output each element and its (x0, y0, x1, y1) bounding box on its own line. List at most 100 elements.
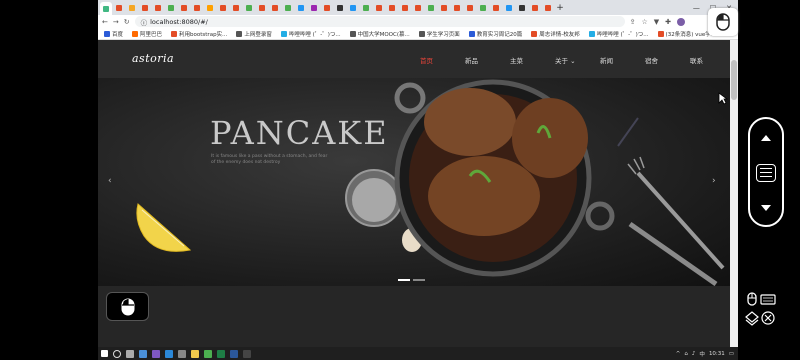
tab[interactable] (269, 2, 281, 13)
tab[interactable] (217, 2, 229, 13)
tab[interactable] (477, 2, 489, 13)
nav-item-home[interactable]: 首页 (420, 55, 465, 65)
puzzle-icon[interactable]: ✚ (665, 18, 671, 26)
tab[interactable] (308, 2, 320, 13)
tab[interactable] (178, 2, 190, 13)
carousel-dot-active[interactable] (398, 279, 410, 281)
windows-start-icon[interactable] (101, 350, 108, 357)
scroll-up-icon[interactable] (761, 135, 771, 141)
tab[interactable] (386, 2, 398, 13)
tab[interactable] (360, 2, 372, 13)
tab[interactable] (295, 2, 307, 13)
bookmark[interactable]: 阿里巴巴 (132, 30, 162, 38)
bookmark[interactable]: 中国大学MOOC(慕... (349, 30, 410, 38)
tab[interactable] (529, 2, 541, 13)
excel-icon[interactable] (217, 349, 225, 358)
site-logo[interactable]: astoria (132, 52, 174, 65)
tab[interactable] (256, 2, 268, 13)
tab[interactable] (542, 2, 554, 13)
nav-item-news[interactable]: 新闻 (600, 55, 645, 65)
tab[interactable] (373, 2, 385, 13)
bookmark[interactable]: 学生学习页面 (418, 30, 460, 38)
tab[interactable] (165, 2, 177, 13)
tab[interactable] (204, 2, 216, 13)
extension-icon[interactable]: ▼ (654, 18, 659, 26)
bookmark[interactable]: 教育实习周记20篇 (468, 30, 522, 38)
carousel-prev-icon[interactable]: ‹ (108, 176, 112, 186)
tab[interactable] (503, 2, 515, 13)
app-icon[interactable] (178, 349, 186, 358)
bookmark-icon (171, 30, 178, 37)
mouse-small-icon[interactable] (747, 292, 757, 306)
nav-item-contact[interactable]: 联系 (690, 55, 730, 65)
floating-mouse-button[interactable] (106, 292, 149, 321)
file-explorer-icon[interactable] (139, 349, 147, 358)
page-lower-section (98, 286, 730, 347)
new-tab-icon[interactable]: + (555, 3, 565, 13)
scroll-grip[interactable] (756, 164, 776, 182)
chrome-icon[interactable] (204, 349, 212, 358)
scroll-down-icon[interactable] (761, 205, 771, 211)
back-icon[interactable]: ← (102, 18, 108, 26)
clock[interactable]: 10:31 (709, 351, 725, 357)
nav-item-main[interactable]: 主菜 (510, 55, 555, 65)
minimize-icon[interactable]: — (693, 4, 700, 12)
bookmark[interactable]: 哔哩哔哩 (゜-゜)つ... (588, 30, 649, 38)
tab[interactable] (464, 2, 476, 13)
profile-avatar[interactable] (677, 17, 686, 26)
vscode-icon[interactable] (165, 349, 173, 358)
forward-icon[interactable]: → (113, 18, 119, 26)
folder-icon[interactable] (191, 349, 199, 358)
bookmark[interactable]: 百度 (104, 30, 123, 38)
tab[interactable] (113, 2, 125, 13)
search-icon[interactable] (113, 349, 121, 358)
bookmark[interactable]: 利用bootstrap实... (171, 30, 227, 38)
tab[interactable] (399, 2, 411, 13)
carousel-next-icon[interactable]: › (712, 176, 716, 186)
tab[interactable] (490, 2, 502, 13)
tab[interactable] (191, 2, 203, 13)
terminal-icon[interactable] (243, 349, 251, 358)
volume-icon[interactable]: ♪ (692, 351, 696, 357)
tab[interactable] (152, 2, 164, 13)
url-field[interactable]: ⓘ localhost:8080/#/ (134, 16, 625, 27)
tab[interactable] (425, 2, 437, 13)
tab[interactable] (412, 2, 424, 13)
scrollbar-thumb[interactable] (731, 60, 737, 100)
bookmark[interactable]: 周志详情-校友邦 (531, 30, 580, 38)
keyboard-icon[interactable] (760, 294, 776, 305)
bookmark[interactable]: 上网登录窗 (236, 30, 272, 38)
tab[interactable] (451, 2, 463, 13)
tab[interactable] (230, 2, 242, 13)
nav-item-new[interactable]: 新品 (465, 55, 510, 65)
nav-item-about[interactable]: 关于 ⌄ (555, 55, 600, 65)
input-language[interactable]: 中 (699, 350, 705, 358)
layers-icon[interactable] (745, 311, 759, 326)
task-view-icon[interactable] (126, 349, 134, 358)
vs-icon[interactable] (152, 349, 160, 358)
tab[interactable] (282, 2, 294, 13)
network-icon[interactable]: ⌂ (684, 351, 688, 357)
tab[interactable] (516, 2, 528, 13)
tab[interactable] (126, 2, 138, 13)
notification-icon[interactable]: ▭ (729, 351, 734, 357)
carousel-dot[interactable] (413, 279, 425, 281)
tab[interactable] (139, 2, 151, 13)
tab[interactable] (243, 2, 255, 13)
nav-item-dorm[interactable]: 宿舍 (645, 55, 690, 65)
mouse-mode-button[interactable] (708, 8, 738, 36)
share-icon[interactable]: ⇪ (630, 18, 636, 26)
tray-up-icon[interactable]: ^ (676, 351, 681, 357)
bookmark-icon (236, 30, 243, 37)
reload-icon[interactable]: ↻ (124, 18, 130, 26)
bookmark[interactable]: 哔哩哔哩 (゜-゜)つ... (280, 30, 341, 38)
tab[interactable] (321, 2, 333, 13)
tab-active[interactable] (100, 2, 112, 15)
star-icon[interactable]: ☆ (642, 18, 648, 26)
tab[interactable] (438, 2, 450, 13)
word-icon[interactable] (230, 349, 238, 358)
tab[interactable] (347, 2, 359, 13)
close-circle-icon[interactable] (761, 311, 775, 325)
tab[interactable] (334, 2, 346, 13)
page-scrollbar[interactable] (730, 40, 738, 347)
